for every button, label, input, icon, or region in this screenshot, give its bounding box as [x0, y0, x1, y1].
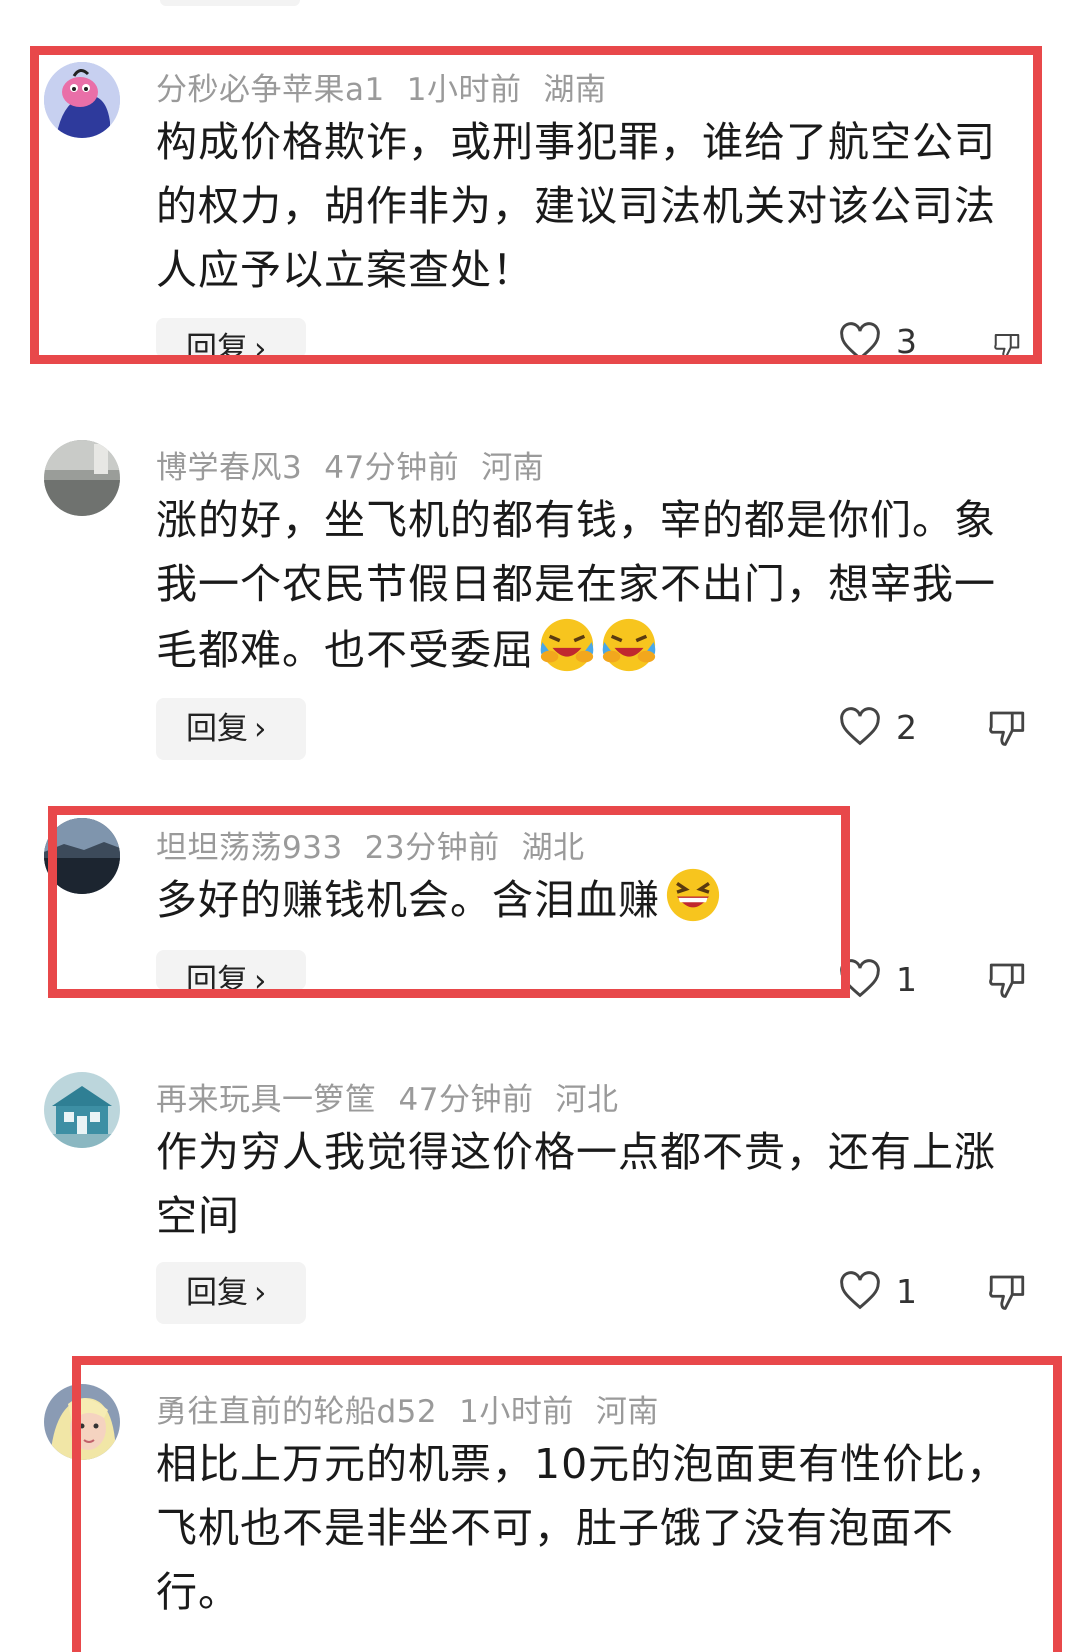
- laughing-crying-emoji: [540, 618, 594, 672]
- heart-icon: [840, 707, 880, 746]
- avatar[interactable]: [44, 440, 120, 516]
- comment-meta: 博学春风3 47分钟前 河南: [156, 442, 566, 487]
- like-count: 1: [896, 1271, 917, 1311]
- timestamp: 47分钟前: [324, 450, 460, 486]
- dislike-icon[interactable]: [986, 958, 1028, 1000]
- comment-text: 作为穷人我觉得这价格一点都不贵，还有上涨空间: [156, 1128, 996, 1240]
- reply-label: 回复: [186, 711, 248, 747]
- previous-reply-button-stub: [160, 0, 300, 6]
- comment-meta: 再来玩具一箩筐 47分钟前 河北: [156, 1074, 640, 1119]
- like-button[interactable]: 2: [838, 702, 917, 752]
- highlight-box: [48, 806, 850, 998]
- comment-text: 涨的好，坐飞机的都有钱，宰的都是你们。象我一个农民节假日都是在家不出门，想宰我一…: [156, 488, 1026, 682]
- timestamp: 47分钟前: [398, 1082, 534, 1118]
- laughing-crying-emoji: [602, 618, 656, 672]
- reply-button[interactable]: 回复 ›: [156, 1262, 306, 1324]
- avatar[interactable]: [44, 1072, 120, 1148]
- highlight-box: [30, 46, 1042, 364]
- username[interactable]: 博学春风3: [156, 450, 302, 486]
- heart-icon: [840, 1271, 880, 1310]
- reply-button[interactable]: 回复 ›: [156, 698, 306, 760]
- like-count: 1: [896, 959, 917, 999]
- highlight-box: [72, 1356, 1062, 1652]
- reply-label: 回复: [186, 1275, 248, 1311]
- location: 河北: [555, 1082, 619, 1118]
- like-count: 2: [896, 707, 917, 747]
- location: 河南: [481, 450, 545, 486]
- username[interactable]: 再来玩具一箩筐: [156, 1082, 377, 1118]
- like-button[interactable]: 1: [838, 1266, 917, 1316]
- chevron-right-icon: ›: [254, 1275, 267, 1311]
- dislike-icon[interactable]: [986, 706, 1028, 748]
- dislike-icon[interactable]: [986, 1270, 1028, 1312]
- chevron-right-icon: ›: [254, 711, 267, 747]
